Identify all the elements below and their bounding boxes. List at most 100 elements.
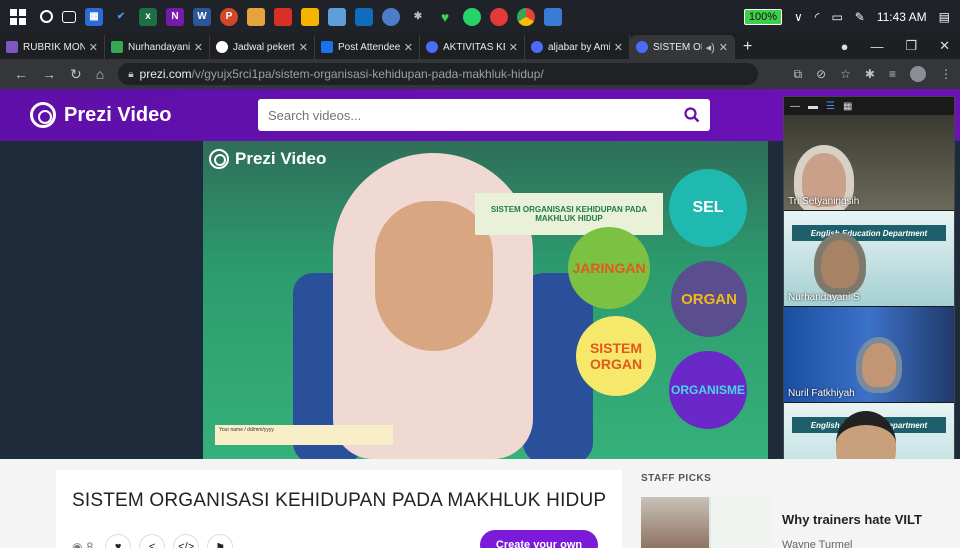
- lock-icon: 🔒︎: [128, 68, 134, 80]
- excel-icon[interactable]: x: [139, 7, 157, 26]
- share-button[interactable]: <: [139, 534, 166, 548]
- task-view-icon[interactable]: [62, 10, 76, 23]
- tab-5[interactable]: aljabar by Ami ✕: [525, 35, 630, 59]
- video-player[interactable]: Prezi Video SISTEM ORGANISASI KEHIDUPAN …: [203, 141, 768, 459]
- home-icon[interactable]: ⌂: [96, 66, 104, 82]
- participant-tile[interactable]: English Education Department Nurhandayan…: [784, 211, 954, 306]
- minimize-button[interactable]: —: [870, 39, 883, 54]
- grid-view-icon[interactable]: ▦: [843, 101, 852, 112]
- staff-pick-author: Wayne Turmel: [782, 539, 853, 548]
- heart-app-icon[interactable]: ♥: [436, 8, 454, 26]
- playlist-icon[interactable]: ≡: [889, 67, 896, 81]
- app-icon-1[interactable]: [247, 7, 265, 26]
- close-icon[interactable]: ✕: [509, 41, 518, 54]
- tab-2[interactable]: Jadwal pekerti ✕: [210, 35, 315, 59]
- close-icon[interactable]: ✕: [89, 41, 98, 54]
- word-icon[interactable]: W: [193, 7, 211, 26]
- view-count-value: 8: [86, 540, 94, 548]
- volume-icon[interactable]: ▭: [831, 10, 842, 24]
- tab-3[interactable]: Post Attendee ✕: [315, 35, 420, 59]
- network-icon[interactable]: ◜: [815, 10, 820, 24]
- code-icon: </>: [178, 541, 195, 548]
- tab-1[interactable]: Nurhandayani ✕: [105, 35, 210, 59]
- reload-icon[interactable]: ↻: [70, 66, 82, 83]
- participant-tile[interactable]: Nuril Fatkhiyah: [784, 307, 954, 402]
- menu-dots-icon[interactable]: ⋮: [940, 67, 952, 81]
- tab-label: AKTIVITAS KEI: [443, 41, 505, 53]
- search-icon[interactable]: [40, 10, 53, 23]
- close-icon[interactable]: ✕: [299, 41, 308, 54]
- search-input[interactable]: [268, 107, 674, 123]
- heart-icon: ♥: [114, 541, 122, 548]
- extensions-icon[interactable]: ✱: [865, 67, 875, 81]
- participant-tile[interactable]: Tri Setyaningsih: [784, 115, 954, 210]
- new-tab-button[interactable]: +: [743, 35, 752, 59]
- tab-0[interactable]: RUBRIK MONIT ✕: [0, 35, 105, 59]
- window-close-button[interactable]: ✕: [939, 38, 950, 54]
- pen-icon[interactable]: ✎: [855, 10, 865, 24]
- tab-4[interactable]: AKTIVITAS KEI ✕: [420, 35, 525, 59]
- search-icon[interactable]: [674, 107, 710, 123]
- forward-arrow-icon[interactable]: →: [42, 66, 56, 82]
- star-icon[interactable]: ☆: [840, 67, 851, 81]
- circle-jaringan: JARINGAN: [568, 227, 650, 309]
- close-icon[interactable]: ✕: [719, 41, 728, 54]
- app-icon-2[interactable]: [274, 7, 292, 26]
- app-icon-4[interactable]: [328, 7, 346, 26]
- prezi-logo-icon: [30, 102, 56, 128]
- powerpoint-icon[interactable]: P: [220, 7, 238, 26]
- url-input[interactable]: 🔒︎ prezi.com/v/gyujx5rci1pa/sistem-organ…: [118, 63, 759, 85]
- circle-organ: ORGAN: [671, 261, 747, 337]
- prezi-logo-icon: [209, 149, 229, 169]
- report-button[interactable]: ⚑: [207, 534, 234, 548]
- like-button[interactable]: ♥: [105, 534, 132, 548]
- url-path: /v/gyujx5rci1pa/sistem-organisasi-kehidu…: [191, 67, 544, 81]
- app-icon-7[interactable]: [490, 7, 508, 26]
- thumbnail-presenter: [641, 497, 709, 548]
- notification-icon[interactable]: ▤: [939, 10, 950, 24]
- staff-pick-title[interactable]: Why trainers hate VILT: [782, 513, 932, 527]
- participant-name: Nurhandayani S: [788, 292, 860, 303]
- create-your-own-button[interactable]: Create your own: [480, 530, 598, 548]
- minimize-icon[interactable]: —: [790, 101, 800, 112]
- translate-icon[interactable]: ⧉: [794, 67, 803, 82]
- windows-start-icon[interactable]: [10, 8, 26, 25]
- app-icon-8[interactable]: [544, 7, 562, 26]
- whatsapp-icon[interactable]: [463, 7, 481, 26]
- avatar[interactable]: [910, 66, 926, 82]
- audio-icon[interactable]: ◂): [706, 41, 715, 54]
- chrome-icon[interactable]: [517, 7, 535, 26]
- chevron-up-icon[interactable]: ∨: [794, 10, 803, 24]
- checkmark-app-icon[interactable]: ✔: [112, 8, 130, 26]
- participant-video: [814, 233, 866, 295]
- slide-title-card: SISTEM ORGANISASI KEHIDUPAN PADA MAKHLUK…: [475, 193, 663, 235]
- eye-slash-icon[interactable]: ⊘: [816, 67, 826, 81]
- tab-6-active[interactable]: SISTEM OI ◂) ✕: [630, 35, 735, 59]
- staff-pick-thumbnail[interactable]: [641, 497, 771, 548]
- video-actions: ◉ 8 ♥ < </> ⚑: [72, 534, 234, 548]
- calendar-app-icon[interactable]: ▦: [85, 7, 103, 26]
- video-info-card: SISTEM ORGANISASI KEHIDUPAN PADA MAKHLUK…: [56, 470, 622, 548]
- app-icon-5[interactable]: [382, 7, 400, 26]
- tab-favicon: [216, 41, 228, 53]
- battery-indicator[interactable]: 100%: [743, 8, 782, 25]
- app-icon-3[interactable]: [301, 7, 319, 26]
- maximize-button[interactable]: ❐: [905, 38, 917, 54]
- clock[interactable]: 11:43 AM: [877, 10, 927, 24]
- close-icon[interactable]: ✕: [614, 41, 623, 54]
- participant-video: [856, 337, 902, 393]
- list-view-icon[interactable]: ☰: [826, 101, 835, 112]
- close-icon[interactable]: ✕: [194, 41, 203, 54]
- profile-icon[interactable]: ●: [841, 39, 849, 54]
- prezi-logo[interactable]: Prezi Video: [30, 102, 171, 128]
- onenote-icon[interactable]: N: [166, 7, 184, 26]
- tile-view-icon[interactable]: ▬: [808, 101, 818, 112]
- embed-button[interactable]: </>: [173, 534, 200, 548]
- tab-label: SISTEM OI: [653, 41, 702, 53]
- tab-favicon: [111, 41, 123, 53]
- mail-icon[interactable]: [355, 7, 373, 26]
- app-icon-6[interactable]: ✱: [409, 8, 427, 26]
- close-icon[interactable]: ✕: [404, 41, 413, 54]
- back-arrow-icon[interactable]: ←: [14, 66, 28, 82]
- video-details: SISTEM ORGANISASI KEHIDUPAN PADA MAKHLUK…: [0, 459, 960, 548]
